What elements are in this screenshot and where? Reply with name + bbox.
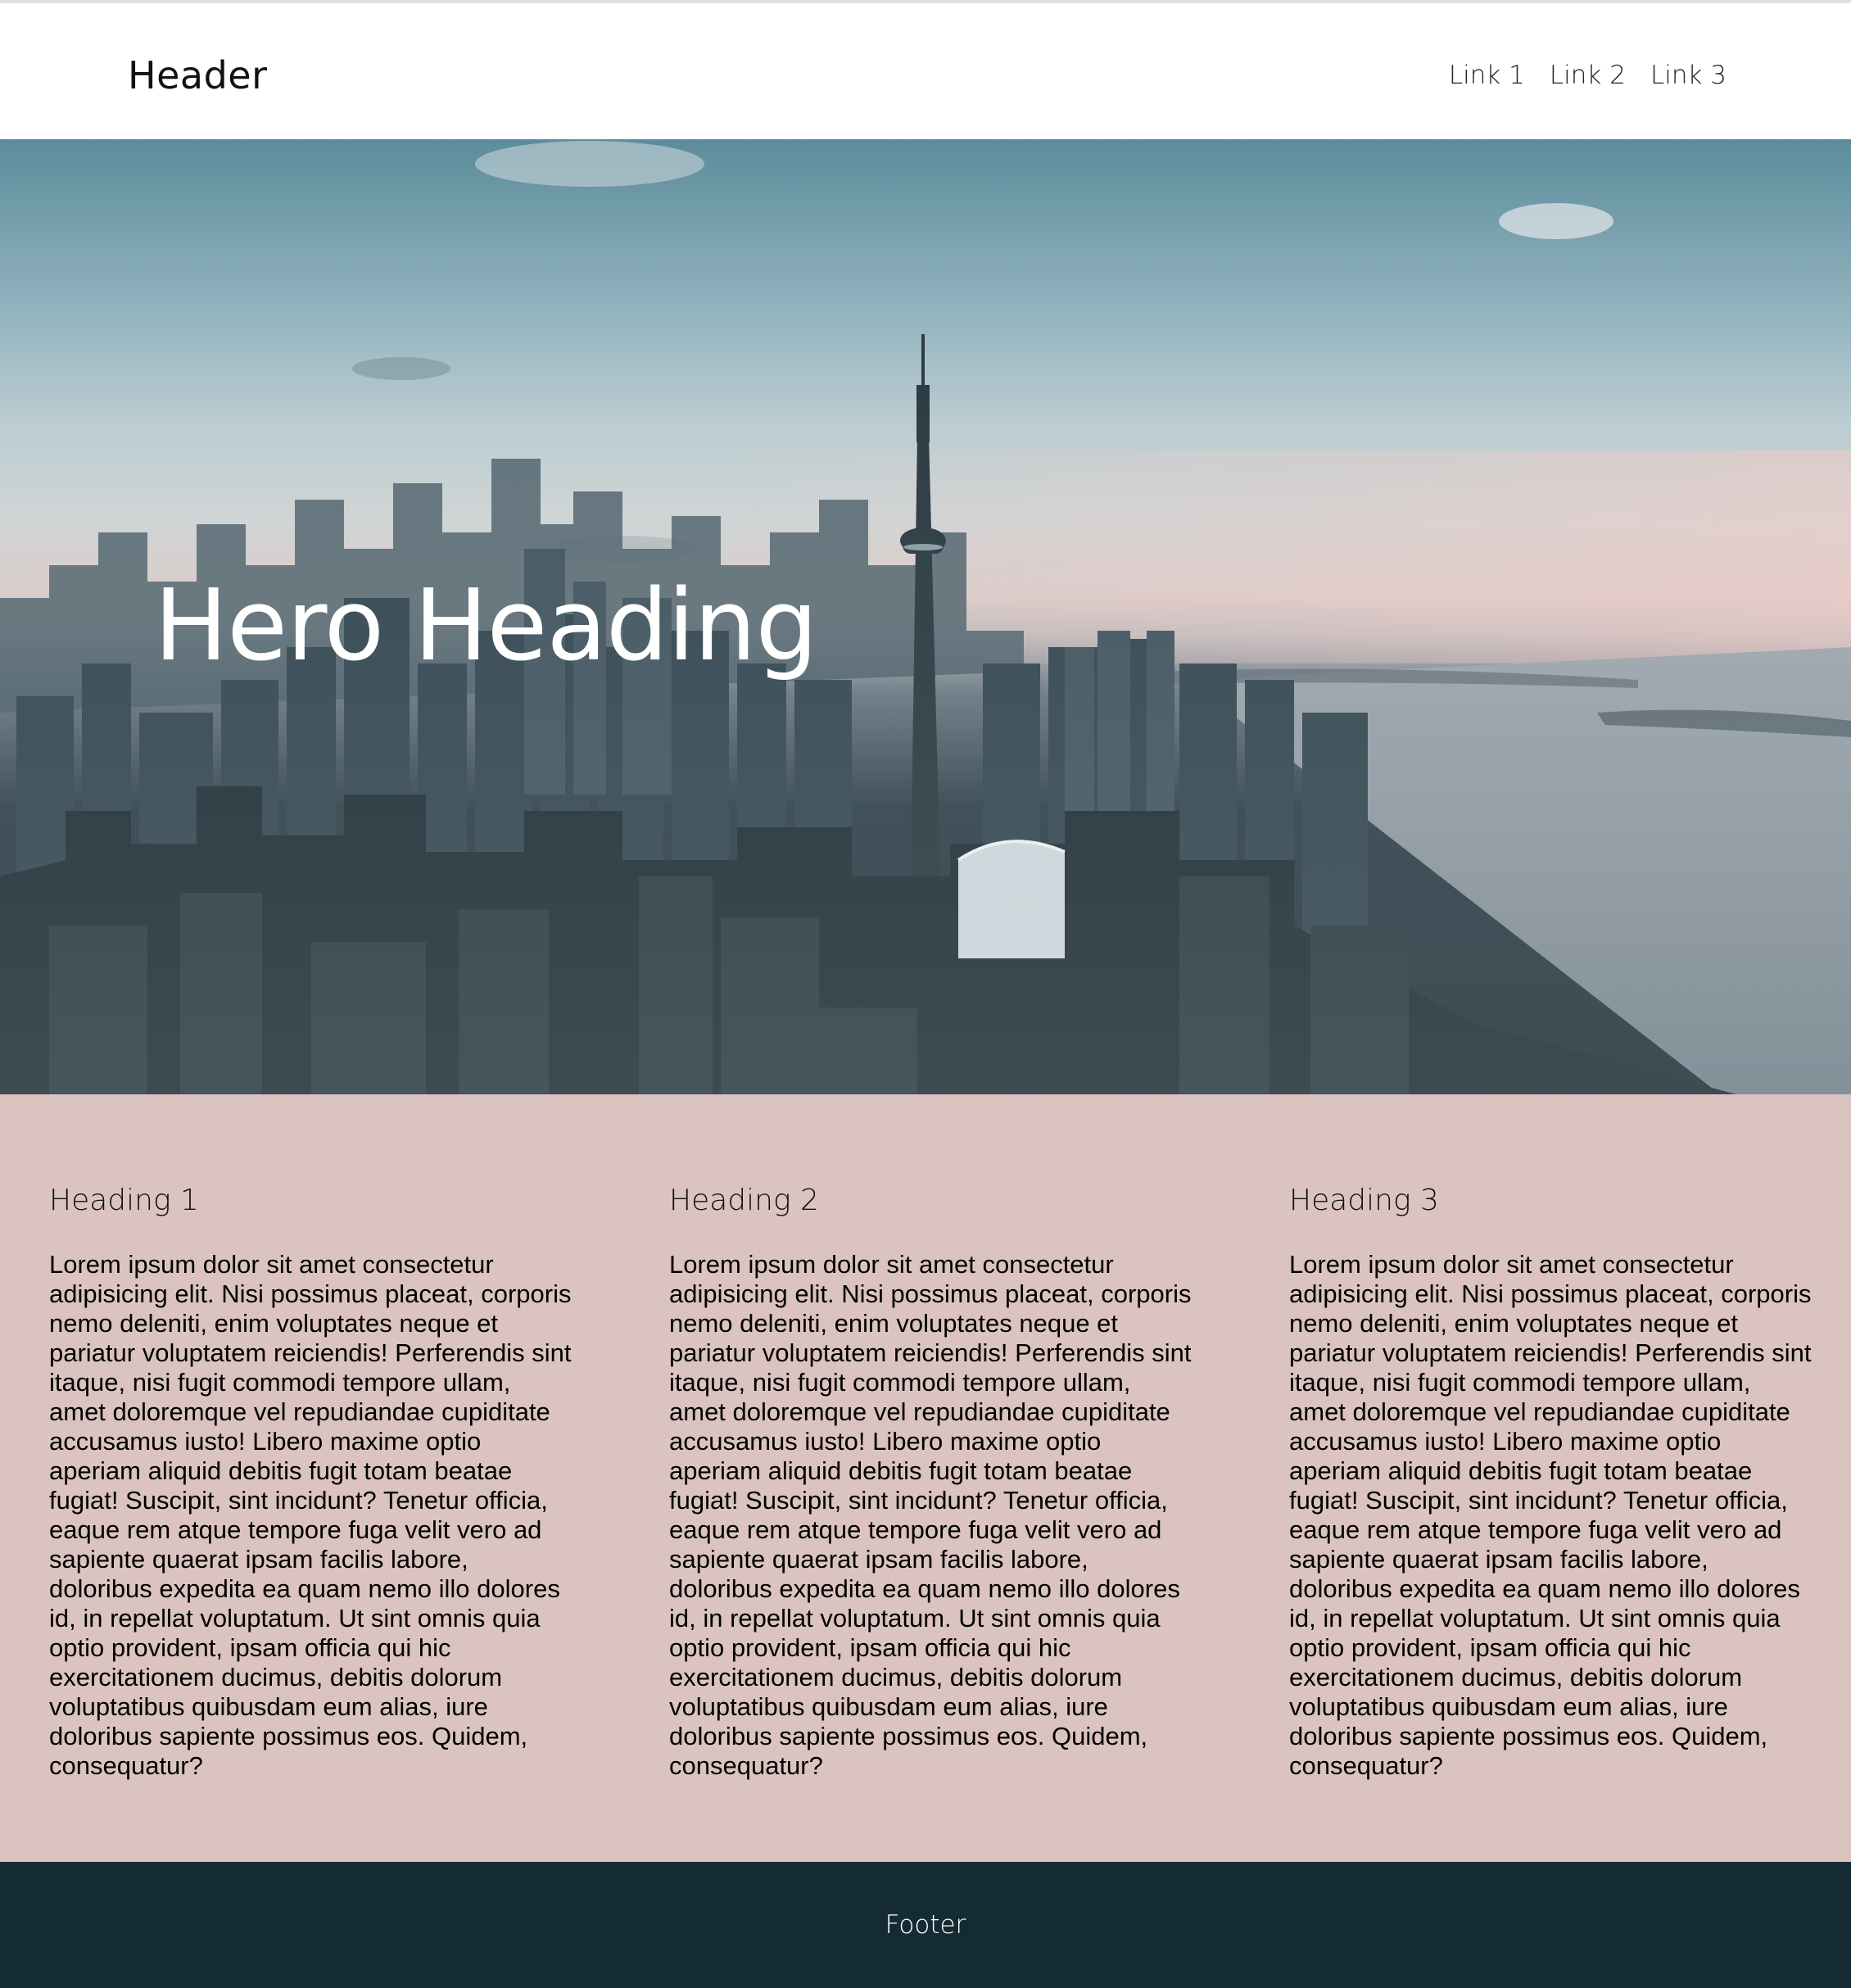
nav-link-1[interactable]: Link 1 [1449, 61, 1525, 90]
nav-link-3[interactable]: Link 3 [1650, 61, 1727, 90]
site-header: Header Link 1 Link 2 Link 3 [0, 3, 1851, 139]
site-footer: Footer [0, 1862, 1851, 1988]
column-1: Heading 1 Lorem ipsum dolor sit amet con… [49, 1176, 573, 1781]
hero-section: Hero Heading [0, 139, 1851, 1094]
column-body: Lorem ipsum dolor sit amet consectetur a… [49, 1250, 572, 1780]
main-nav: Link 1 Link 2 Link 3 [1449, 43, 1727, 108]
column-3: Heading 3 Lorem ipsum dolor sit amet con… [1289, 1176, 1813, 1781]
content-section: Heading 1 Lorem ipsum dolor sit amet con… [0, 1094, 1851, 1862]
hero-heading: Hero Heading [154, 569, 818, 683]
column-2: Heading 2 Lorem ipsum dolor sit amet con… [669, 1176, 1193, 1781]
column-body: Lorem ipsum dolor sit amet consectetur a… [669, 1250, 1192, 1780]
column-heading: Heading 3 [1289, 1184, 1439, 1217]
column-heading: Heading 1 [49, 1184, 199, 1217]
footer-text: Footer [885, 1910, 966, 1940]
nav-link-2[interactable]: Link 2 [1550, 61, 1626, 90]
column-body: Lorem ipsum dolor sit amet consectetur a… [1289, 1250, 1812, 1780]
column-heading: Heading 2 [669, 1184, 819, 1217]
header-title: Header [128, 53, 268, 97]
